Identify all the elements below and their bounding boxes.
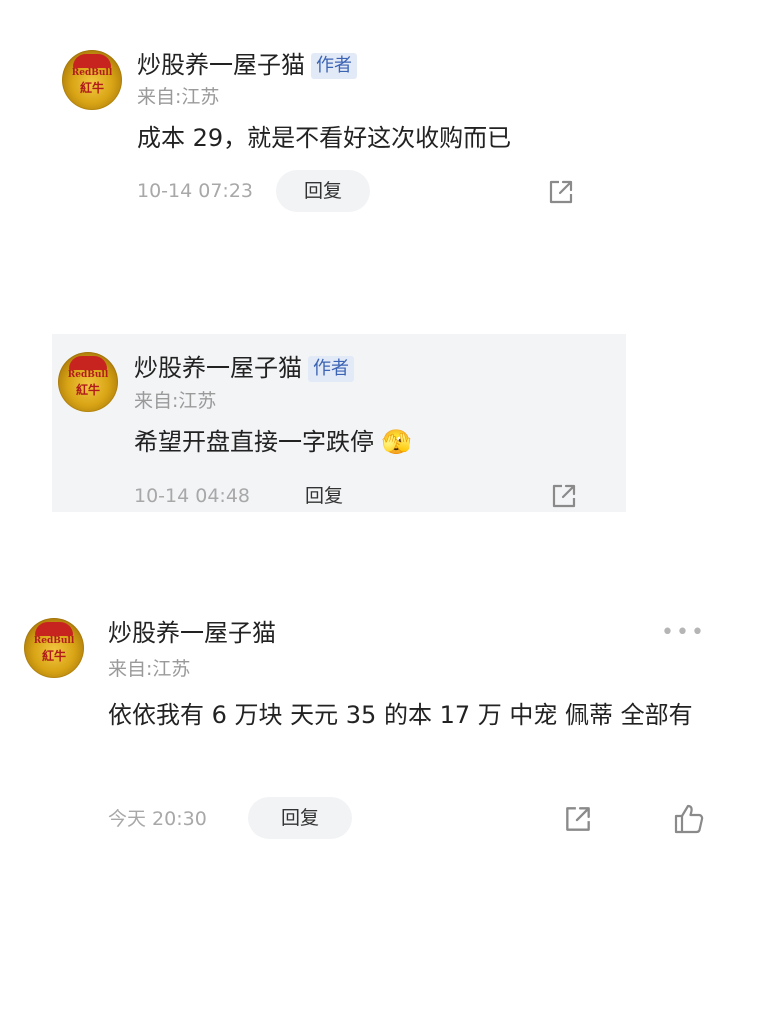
author-badge: 作者 [308, 356, 354, 382]
share-icon[interactable] [546, 177, 576, 207]
username-text[interactable]: 炒股养一屋子猫 [108, 619, 276, 647]
share-icon[interactable] [562, 803, 594, 835]
avatar-logo-text-cn: 紅牛 [75, 383, 100, 397]
timestamp: 10-14 04:48 [134, 485, 251, 507]
avatar-logo-text: RedBull [33, 636, 75, 646]
thumbs-up-icon[interactable] [672, 802, 706, 836]
username[interactable]: 炒股养一屋子猫 作者 [134, 353, 354, 383]
username[interactable]: 炒股养一屋子猫 作者 [137, 50, 357, 80]
umbrella-graphic [35, 622, 73, 636]
more-dots-icon[interactable]: ••• [661, 622, 706, 644]
avatar[interactable]: RedBull 紅牛 [58, 352, 118, 412]
peeking-face-emoji-icon: 🫣 [381, 428, 412, 456]
comment-text: 希望开盘直接一字跌停 🫣 [134, 419, 604, 465]
username-text[interactable]: 炒股养一屋子猫 [134, 354, 302, 382]
share-icon[interactable] [549, 481, 579, 511]
username[interactable]: 炒股养一屋子猫 [108, 618, 276, 648]
avatar-logo-text: RedBull [71, 68, 113, 78]
username-text[interactable]: 炒股养一屋子猫 [137, 51, 305, 79]
comment-text-body: 希望开盘直接一字跌停 [134, 428, 374, 456]
timestamp: 10-14 07:23 [137, 180, 254, 202]
timestamp: 今天 20:30 [108, 808, 207, 830]
comment-text: 成本 29，就是不看好这次收购而已 [137, 124, 512, 152]
location: 来自:江苏 [134, 390, 217, 412]
reply-button[interactable]: 回复 [248, 797, 352, 839]
location: 来自:江苏 [137, 86, 220, 108]
avatar-logo-text-cn: 紅牛 [79, 81, 104, 95]
comment-text: 依依我有 6 万块 天元 35 的本 17 万 中宠 佩蒂 全部有 [108, 701, 693, 729]
avatar-logo-text-cn: 紅牛 [41, 649, 66, 663]
avatar-logo-text: RedBull [67, 370, 109, 380]
comment-page: RedBull 紅牛 炒股养一屋子猫 作者 来自:江苏 成本 29，就是不看好这次… [0, 0, 768, 1024]
avatar[interactable]: RedBull 紅牛 [24, 618, 84, 678]
umbrella-graphic [73, 54, 111, 68]
avatar[interactable]: RedBull 紅牛 [62, 50, 122, 110]
reply-button[interactable]: 回复 [276, 170, 370, 212]
reply-button[interactable]: 回复 [296, 475, 352, 517]
location: 来自:江苏 [108, 658, 191, 680]
author-badge: 作者 [311, 53, 357, 79]
umbrella-graphic [69, 356, 107, 370]
